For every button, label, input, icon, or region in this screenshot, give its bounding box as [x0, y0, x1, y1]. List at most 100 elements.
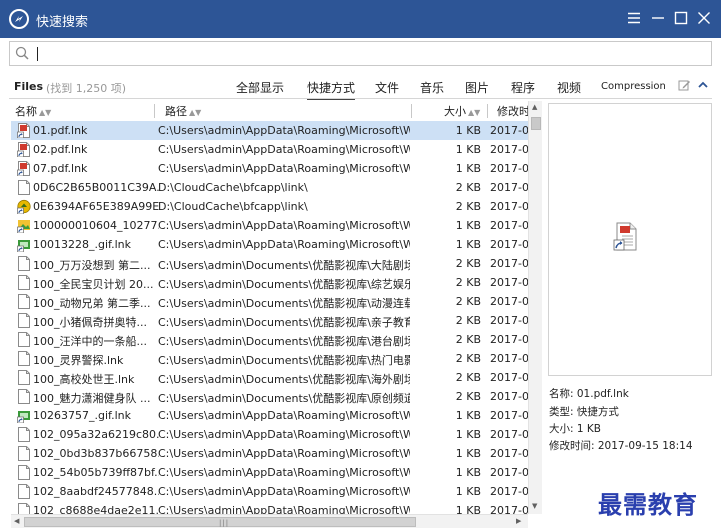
file-path: C:\Users\admin\AppData\Roaming\Microsoft… — [158, 219, 410, 232]
horizontal-scrollbar[interactable]: ◀ ||| ▶ — [11, 514, 528, 528]
file-modified: 2017-08- — [490, 390, 528, 403]
file-size: 2 KB — [455, 200, 481, 213]
blank-file-icon — [18, 484, 30, 499]
edit-icon[interactable] — [678, 79, 691, 92]
file-modified: 2017-08- — [490, 371, 528, 384]
blank-file-icon — [18, 446, 30, 461]
column-divider[interactable] — [154, 104, 155, 118]
column-header-size[interactable]: 大小 ▲▼ — [444, 103, 480, 119]
scroll-up-arrow-icon[interactable]: ▲ — [532, 103, 537, 111]
table-row[interactable]: 10000001060​4_10277... C:\Users\admin\App… — [11, 216, 528, 235]
scroll-grip-icon: ||| — [219, 519, 230, 527]
table-row[interactable]: 100_魅力潇湘健身队 ... C:\Users\admin\Documents\… — [11, 387, 528, 406]
file-name: 02.pdf.lnk — [33, 143, 88, 156]
file-name: 102_54b05b739ff87bf... — [33, 466, 159, 479]
vertical-scrollbar[interactable]: ▲ ▼ — [528, 101, 542, 514]
file-size: 1 KB — [455, 485, 481, 498]
file-modified: 2017-08- — [490, 333, 528, 346]
table-row[interactable]: 10263757_.gif.lnk C:\Users\admin\AppData\… — [11, 406, 528, 425]
file-name: 100_汪洋中的一条船... — [33, 335, 147, 348]
scroll-down-arrow-icon[interactable]: ▼ — [532, 502, 537, 510]
file-list[interactable]: 01.pdf.lnk C:\Users\admin\AppData\Roaming… — [11, 121, 528, 514]
file-size: 1 KB — [455, 143, 481, 156]
blank-file-icon — [18, 256, 30, 271]
table-row[interactable]: 100_小猪佩奇拼奥特... C:\Users\admin\Documents\优… — [11, 311, 528, 330]
maximize-button[interactable] — [672, 9, 690, 27]
file-size: 1 KB — [455, 124, 481, 137]
tab-files[interactable]: 文件 — [375, 79, 399, 96]
pdf-shortcut-icon — [17, 161, 30, 176]
file-name: 100_灵界警探.lnk — [33, 354, 124, 367]
table-row[interactable]: 02.pdf.lnk C:\Users\admin\AppData\Roaming… — [11, 140, 528, 159]
filter-separator — [9, 98, 712, 99]
pdf-shortcut-icon — [17, 123, 30, 138]
file-name: 10013228_.gif.lnk — [33, 238, 131, 251]
column-header-path[interactable]: 路径 ▲▼ — [165, 103, 201, 119]
file-size: 1 KB — [455, 428, 481, 441]
column-header-modified[interactable]: 修改时 — [497, 103, 530, 119]
table-row[interactable]: 100_万万没想到 第二... C:\Users\admin\Documents\… — [11, 254, 528, 273]
table-row[interactable]: 01.pdf.lnk C:\Users\admin\AppData\Roaming… — [11, 121, 528, 140]
table-row[interactable]: 102_8aabdf24577848... C:\Users\admin\AppD… — [11, 482, 528, 501]
file-path: C:\Users\admin\AppData\Roaming\Microsoft… — [158, 162, 410, 175]
horizontal-scroll-thumb[interactable]: ||| — [24, 517, 416, 527]
blank-file-icon — [18, 427, 30, 442]
file-modified: 2017-09- — [490, 238, 528, 251]
table-row[interactable]: 100_汪洋中的一条船... C:\Users\admin\Documents\优… — [11, 330, 528, 349]
blank-file-icon — [18, 332, 30, 347]
blank-file-icon — [18, 503, 30, 514]
preview-type: 类型: 快捷方式 — [549, 406, 619, 418]
file-modified: 2017-09- — [490, 219, 528, 232]
table-row[interactable]: 0D6C2B65B0011C39A... D:\CloudCache\bfcapp… — [11, 178, 528, 197]
file-size: 2 KB — [455, 314, 481, 327]
table-row[interactable]: 100_高校处世王.lnk C:\Users\admin\Documents\优酷… — [11, 368, 528, 387]
tab-videos[interactable]: 视频 — [557, 79, 581, 96]
table-row[interactable]: 102_54b05b739ff87bf... C:\Users\admin\App… — [11, 463, 528, 482]
file-name: 0D6C2B65B0011C39A... — [33, 181, 159, 194]
minimize-button[interactable] — [649, 9, 667, 27]
file-size: 1 KB — [455, 504, 481, 514]
tab-compression[interactable]: Compression — [601, 81, 666, 92]
tab-all[interactable]: 全部显示 — [236, 79, 284, 96]
file-path: C:\Users\admin\AppData\Roaming\Microsoft… — [158, 447, 410, 460]
file-path: C:\Users\admin\Documents\优酷影视库\亲子教育\ — [158, 316, 410, 329]
tab-programs[interactable]: 程序 — [511, 79, 535, 96]
file-name: 100_动物兄弟 第二季... — [33, 297, 151, 310]
file-path: C:\Users\admin\AppData\Roaming\Microsoft… — [158, 238, 410, 251]
close-button[interactable] — [695, 9, 713, 27]
file-name: 10263757_.gif.lnk — [33, 409, 131, 422]
file-size: 2 KB — [455, 295, 481, 308]
file-size: 1 KB — [455, 409, 481, 422]
table-row[interactable]: 0E6394AF65E389A99E... D:\CloudCache\bfcap… — [11, 197, 528, 216]
file-modified: 2017-08- — [490, 200, 528, 213]
table-row[interactable]: 07.pdf.lnk C:\Users\admin\AppData\Roaming… — [11, 159, 528, 178]
table-row[interactable]: 10013228_.gif.lnk C:\Users\admin\AppData\… — [11, 235, 528, 254]
table-row[interactable]: 102_c8688e4dae2e11... C:\Users\admin\AppD… — [11, 501, 528, 514]
table-row[interactable]: 100_灵界警探.lnk C:\Users\admin\Documents\优酷影… — [11, 349, 528, 368]
column-header-name[interactable]: 名称 ▲▼ — [15, 103, 51, 119]
chevron-up-icon[interactable] — [697, 80, 709, 90]
tab-pictures[interactable]: 图片 — [465, 79, 489, 96]
vertical-scroll-thumb[interactable] — [531, 117, 541, 130]
scroll-right-arrow-icon[interactable]: ▶ — [516, 517, 521, 525]
file-modified: 2017-09- — [490, 143, 528, 156]
table-row[interactable]: 102_0bd3b837b66758... C:\Users\admin\AppD… — [11, 444, 528, 463]
scroll-left-arrow-icon[interactable]: ◀ — [14, 517, 19, 525]
table-row[interactable]: 100_动物兄弟 第二季... C:\Users\admin\Documents\… — [11, 292, 528, 311]
file-modified: 2017-09- — [490, 504, 528, 514]
file-size: 2 KB — [455, 276, 481, 289]
search-box[interactable] — [9, 41, 712, 66]
column-divider[interactable] — [487, 104, 488, 118]
table-row[interactable]: 102_095a32a6219c80... C:\Users\admin\AppD… — [11, 425, 528, 444]
text-cursor — [37, 47, 38, 61]
table-row[interactable]: 100_全民宝贝计划 20... C:\Users\admin\Documents… — [11, 273, 528, 292]
file-name: 100_万万没想到 第二... — [33, 259, 151, 272]
column-divider[interactable] — [411, 104, 412, 118]
window-title: 快速搜索 — [36, 15, 89, 30]
search-input[interactable] — [32, 44, 702, 63]
menu-icon[interactable] — [625, 9, 643, 27]
file-name: 10000001060​4_10277... — [33, 219, 159, 232]
tab-shortcuts[interactable]: 快捷方式 — [307, 79, 356, 100]
file-name: 102_095a32a6219c80... — [33, 428, 159, 441]
tab-music[interactable]: 音乐 — [420, 79, 444, 96]
